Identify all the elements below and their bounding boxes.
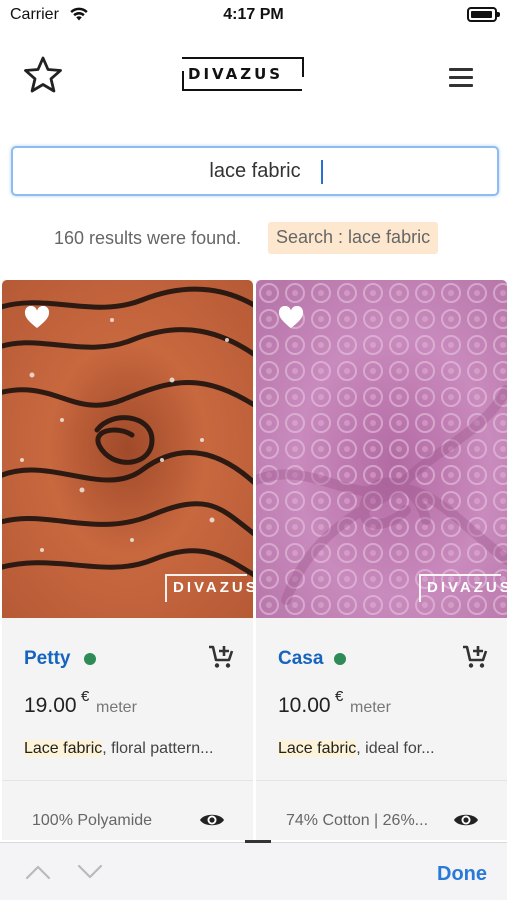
text-caret xyxy=(321,160,323,184)
product-image[interactable]: DIVAZUS xyxy=(2,280,253,618)
price-unit: meter xyxy=(96,699,137,716)
search-field[interactable] xyxy=(11,146,499,196)
product-card[interactable]: DIVAZUS Petty 19.00 € meter Lace fabric,… xyxy=(2,280,253,840)
fabric-photo xyxy=(256,280,507,618)
watermark: DIVAZUS xyxy=(165,574,253,602)
product-name[interactable]: Casa xyxy=(278,648,323,670)
favorites-star-button[interactable] xyxy=(22,54,64,96)
star-outline-icon xyxy=(24,56,62,93)
logo-text: DIVAZUS xyxy=(188,65,284,83)
fabric-photo xyxy=(2,280,253,618)
divider xyxy=(256,780,507,781)
stock-status-indicator xyxy=(84,653,96,665)
battery-icon xyxy=(467,7,500,22)
quick-view-eye-icon[interactable] xyxy=(453,811,479,829)
results-summary: 160 results were found. Search : lace fa… xyxy=(0,222,507,254)
product-info: Petty 19.00 € meter Lace fabric, floral … xyxy=(2,618,253,840)
add-to-cart-icon[interactable] xyxy=(207,644,235,670)
description-highlight: Lace fabric xyxy=(24,740,103,757)
description-highlight: Lace fabric xyxy=(278,740,357,757)
search-query-tag[interactable]: Search : lace fabric xyxy=(268,222,439,254)
currency-symbol: € xyxy=(335,688,344,705)
status-bar: Carrier 4:17 PM xyxy=(0,0,507,32)
product-name[interactable]: Petty xyxy=(24,648,70,670)
price-unit: meter xyxy=(350,699,391,716)
product-image[interactable]: DIVAZUS xyxy=(256,280,507,618)
description-text: , floral pattern... xyxy=(102,740,214,757)
chevron-up-icon[interactable] xyxy=(24,863,52,881)
quick-view-eye-icon[interactable] xyxy=(199,811,225,829)
divider xyxy=(2,780,253,781)
hamburger-menu-icon[interactable] xyxy=(449,68,473,88)
results-count: 160 results were found. xyxy=(54,228,242,248)
heart-icon[interactable] xyxy=(278,306,304,330)
done-button[interactable]: Done xyxy=(437,863,487,886)
product-info: Casa 10.00 € meter Lace fabric, ideal fo… xyxy=(256,618,507,840)
product-material: 100% Polyamide xyxy=(32,812,153,829)
chevron-down-icon[interactable] xyxy=(76,863,104,881)
scroll-indicator xyxy=(245,840,271,843)
product-price: 19.00 xyxy=(24,694,77,717)
description-text: , ideal for... xyxy=(356,740,435,757)
brand-logo[interactable]: DIVAZUS xyxy=(182,57,306,91)
heart-icon[interactable] xyxy=(24,306,50,330)
product-description: Lace fabric, ideal for... xyxy=(278,740,493,758)
add-to-cart-icon[interactable] xyxy=(461,644,489,670)
product-card[interactable]: DIVAZUS Casa 10.00 € meter Lace fabric, … xyxy=(256,280,507,840)
stock-status-indicator xyxy=(334,653,346,665)
search-input[interactable] xyxy=(13,148,497,194)
keyboard-toolbar: Done xyxy=(0,840,507,900)
clock: 4:17 PM xyxy=(223,6,284,23)
app-header: DIVAZUS xyxy=(0,40,507,110)
product-description: Lace fabric, floral pattern... xyxy=(24,740,239,758)
currency-symbol: € xyxy=(81,688,90,705)
product-price: 10.00 xyxy=(278,694,331,717)
product-material: 74% Cotton | 26%... xyxy=(286,812,429,829)
watermark: DIVAZUS xyxy=(419,574,507,602)
